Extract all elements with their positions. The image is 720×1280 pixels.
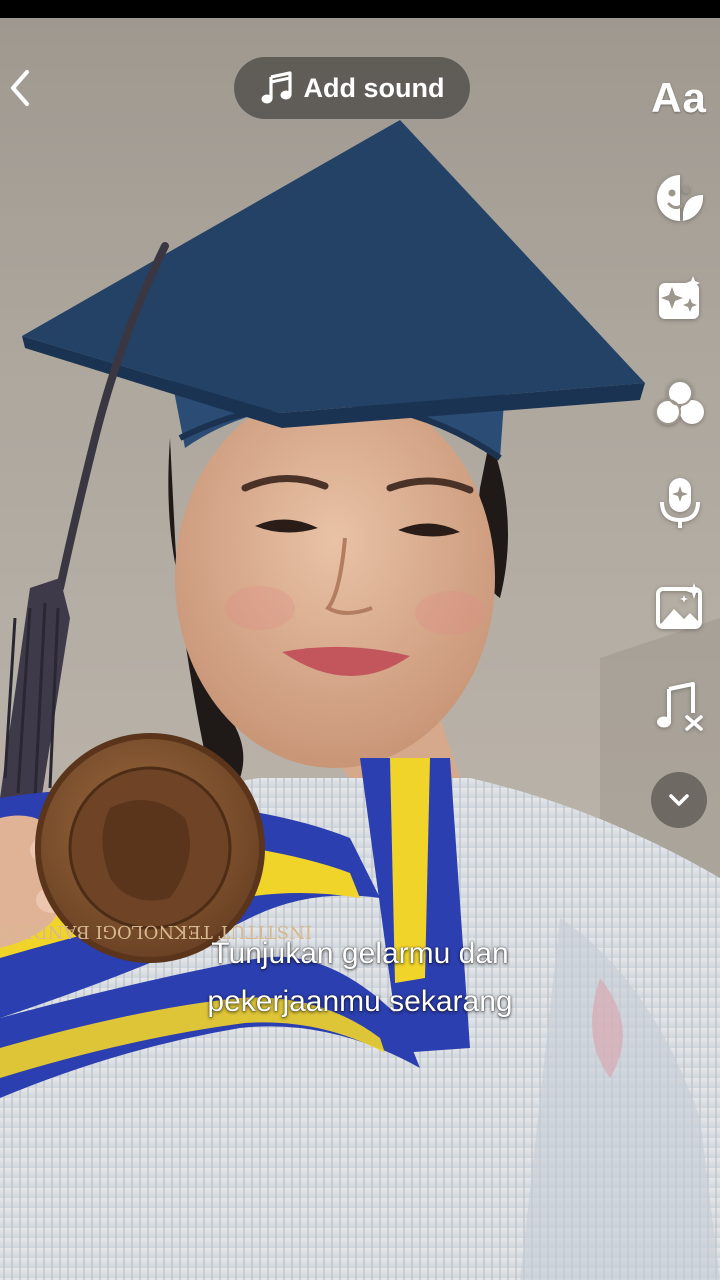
caption-text[interactable]: Tunjukan gelarmu dan pekerjaanmu sekaran… [110,930,610,1026]
sticker-icon [657,175,703,221]
back-button[interactable] [2,66,38,110]
filters-icon [655,380,704,425]
chevron-down-icon [669,794,689,806]
image-sparkle-icon [656,583,702,629]
image-tool-button[interactable] [652,578,708,634]
add-sound-label: Add sound [303,72,445,103]
status-bar [0,0,720,18]
caption-line-1: Tunjukan gelarmu dan [211,937,509,970]
chevron-left-icon [11,70,29,106]
voice-effects-icon [660,478,700,528]
effects-icon [659,276,700,319]
effects-tool-button[interactable] [652,270,708,326]
scene-illustration: INSTITUT TEKNOLOGI BANDUNG [0,18,720,1280]
text-tool-button[interactable]: Aa [644,70,714,126]
video-preview[interactable]: INSTITUT TEKNOLOGI BANDUNG [0,18,720,1280]
music-note-icon [260,71,294,105]
remove-sound-tool-button[interactable] [652,678,708,734]
camera-editor-screen: INSTITUT TEKNOLOGI BANDUNG Add sound Aa [0,0,720,1280]
music-off-icon [657,682,703,731]
sticker-tool-button[interactable] [652,170,708,226]
voice-effects-tool-button[interactable] [652,475,708,531]
caption-line-2: pekerjaanmu sekarang [207,985,513,1018]
add-sound-button[interactable]: Add sound [234,57,470,119]
text-icon: Aa [651,74,707,121]
more-tools-button[interactable] [651,772,707,828]
filters-tool-button[interactable] [652,375,708,431]
